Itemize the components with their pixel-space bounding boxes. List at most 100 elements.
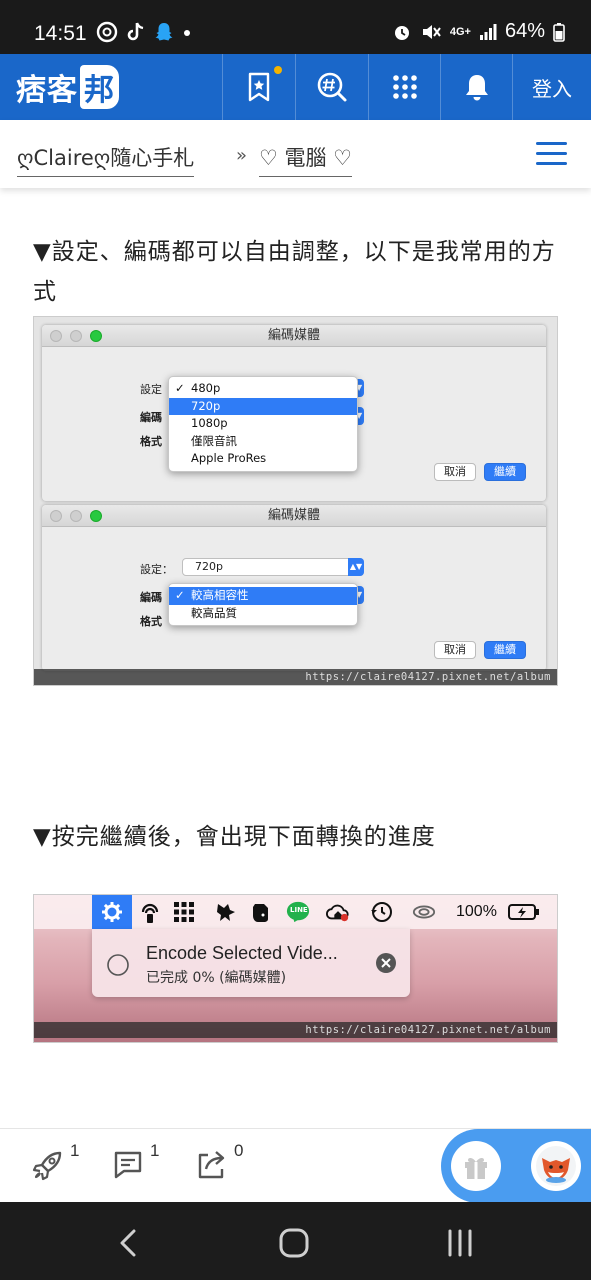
logo-text: 痞客 (16, 73, 78, 108)
screenshot-encode-settings: 編碼媒體 設定 編碼 格式 ▲▼ ▲▼ ✓480p 720p 1080p 僅限音… (33, 316, 558, 686)
share-count: 0 (234, 1141, 244, 1160)
alarm-icon (394, 25, 409, 40)
minimize-dot-icon (70, 330, 82, 342)
wifi-icon[interactable] (412, 900, 436, 924)
like-count: 1 (70, 1141, 80, 1160)
screen: 14:51 4G+ 64% 痞客邦 登入 ღClaireღ隨心手札 » ♡ 電腦… (0, 0, 591, 1280)
comment-icon (114, 1151, 142, 1179)
close-dot-icon (50, 330, 62, 342)
notification-subtitle: 已完成 0% (編碼媒體) (146, 970, 287, 986)
window-title: 編碼媒體 (267, 508, 320, 523)
dropdown-option-selected[interactable]: ✓ 較高相容性 (169, 587, 357, 605)
home-icon[interactable] (278, 1227, 310, 1259)
continue-button[interactable]: 繼續 (484, 641, 526, 659)
encode-window-1: 編碼媒體 設定 編碼 格式 ▲▼ ▲▼ ✓480p 720p 1080p 僅限音… (42, 325, 546, 501)
status-bar: 14:51 4G+ 64% (0, 0, 591, 54)
label-encode: 編碼 (140, 591, 162, 604)
tiktok-icon (127, 22, 144, 41)
threads-icon (96, 21, 118, 43)
status-system-icons: 4G+ 64% (392, 20, 565, 43)
new-indicator-dot (274, 66, 282, 74)
grid-icon[interactable] (172, 900, 196, 924)
cloud-sync-icon[interactable] (326, 900, 350, 924)
resolution-dropdown: ✓ 480p 720p 1080p 僅限音訊 Apple ProRes (168, 376, 358, 472)
more-notifications-dot-icon (184, 30, 190, 36)
share-icon (198, 1151, 225, 1179)
tool-icon[interactable] (214, 900, 238, 924)
battery-charging-icon (553, 22, 565, 42)
close-icon[interactable] (376, 953, 396, 973)
dropdown-option[interactable]: Apple ProRes (169, 450, 357, 468)
battery-charging-icon (508, 900, 540, 924)
dropdown-option[interactable]: ✓ 480p (169, 380, 357, 398)
like-button[interactable]: 1 (30, 1141, 79, 1183)
dropdown-option[interactable]: 僅限音訊 (169, 433, 357, 451)
screenshot-encode-progress: LINE 100% Encode Selected Vide... 已完成 0%… (33, 894, 558, 1043)
dropdown-option-selected[interactable]: 720p (169, 397, 357, 415)
time-machine-icon[interactable] (370, 900, 394, 924)
gift-icon (465, 1157, 487, 1179)
recent-apps-icon[interactable] (446, 1228, 474, 1258)
pixnet-logo[interactable]: 痞客邦 (16, 65, 119, 109)
hamburger-menu-icon[interactable] (536, 142, 567, 166)
checkmark-icon: ✓ (175, 381, 185, 395)
label-setting: 設定： (140, 563, 173, 576)
snapchat-icon (155, 23, 173, 41)
bell-icon (465, 75, 488, 101)
encode-window-2: 編碼媒體 設定： 720p▲▼ 編碼 格式 ▲▼ ✓較高相容性 較高品質 取消 … (42, 505, 546, 671)
zoom-dot-icon (90, 330, 102, 342)
comment-button[interactable]: 1 (110, 1141, 159, 1183)
label-format: 格式 (140, 435, 162, 448)
label-format: 格式 (140, 615, 162, 628)
airdrop-icon[interactable] (138, 900, 162, 924)
mute-icon (422, 24, 441, 39)
login-button[interactable]: 登入 (512, 54, 591, 120)
label-setting: 設定 (140, 383, 162, 396)
dropdown-option[interactable]: 較高品質 (169, 605, 357, 623)
notifications-button[interactable] (440, 54, 512, 120)
back-icon[interactable] (116, 1228, 140, 1258)
floating-actions-pill (441, 1129, 591, 1203)
hashtag-search-button[interactable] (295, 54, 368, 120)
encode-dropdown: ✓ 較高相容性 較高品質 (168, 583, 358, 626)
bookmark-button[interactable] (222, 54, 295, 120)
label-encode: 編碼 (140, 411, 162, 424)
fox-avatar-icon (536, 1146, 576, 1186)
evernote-icon[interactable] (248, 900, 272, 924)
breadcrumb: ღClaireღ隨心手札 » ♡ 電腦 ♡ (0, 120, 591, 188)
minimize-dot-icon (70, 510, 82, 522)
zoom-dot-icon (90, 510, 102, 522)
image-watermark: https://claire04127.pixnet.net/album (34, 1022, 557, 1038)
article-paragraph-1: ▼設定、編碼都可以自由調整，以下是我常用的方式 (33, 239, 556, 305)
checkmark-icon: ✓ (175, 588, 185, 602)
continue-button[interactable]: 繼續 (484, 463, 526, 481)
window-titlebar: 編碼媒體 (42, 325, 546, 347)
cancel-button[interactable]: 取消 (434, 641, 476, 659)
image-watermark: https://claire04127.pixnet.net/album (34, 669, 557, 685)
cancel-button[interactable]: 取消 (434, 463, 476, 481)
comment-count: 1 (150, 1141, 160, 1160)
avatar[interactable] (531, 1141, 581, 1191)
chevron-updown-icon: ▲▼ (348, 558, 364, 576)
resolution-select[interactable]: 720p ▲▼ (182, 558, 364, 576)
gear-icon[interactable] (92, 895, 132, 929)
mac-battery-percent: 100% (456, 903, 497, 920)
breadcrumb-blog-link[interactable]: ღClaireღ隨心手札 (17, 142, 195, 177)
article-paragraph-2: ▼按完繼續後，會出現下面轉換的進度 (33, 824, 436, 850)
rocket-icon (32, 1151, 62, 1181)
line-icon[interactable]: LINE (286, 900, 310, 924)
gift-button[interactable] (451, 1141, 501, 1191)
window-titlebar: 編碼媒體 (42, 505, 546, 527)
article-action-bar: 1 1 0 (0, 1128, 591, 1203)
window-title: 編碼媒體 (267, 328, 320, 343)
hashtag-search-icon (317, 72, 347, 102)
signal-icon (479, 23, 497, 40)
share-button[interactable]: 0 (192, 1141, 243, 1183)
encode-progress-notification: Encode Selected Vide... 已完成 0% (編碼媒體) (92, 929, 410, 997)
site-header: 痞客邦 登入 (0, 54, 591, 120)
apps-menu-button[interactable] (368, 54, 440, 120)
dropdown-option[interactable]: 1080p (169, 415, 357, 433)
mac-menubar: LINE 100% (34, 895, 557, 929)
bookmark-star-icon (248, 72, 270, 102)
breadcrumb-category-link[interactable]: ♡ 電腦 ♡ (259, 142, 353, 177)
